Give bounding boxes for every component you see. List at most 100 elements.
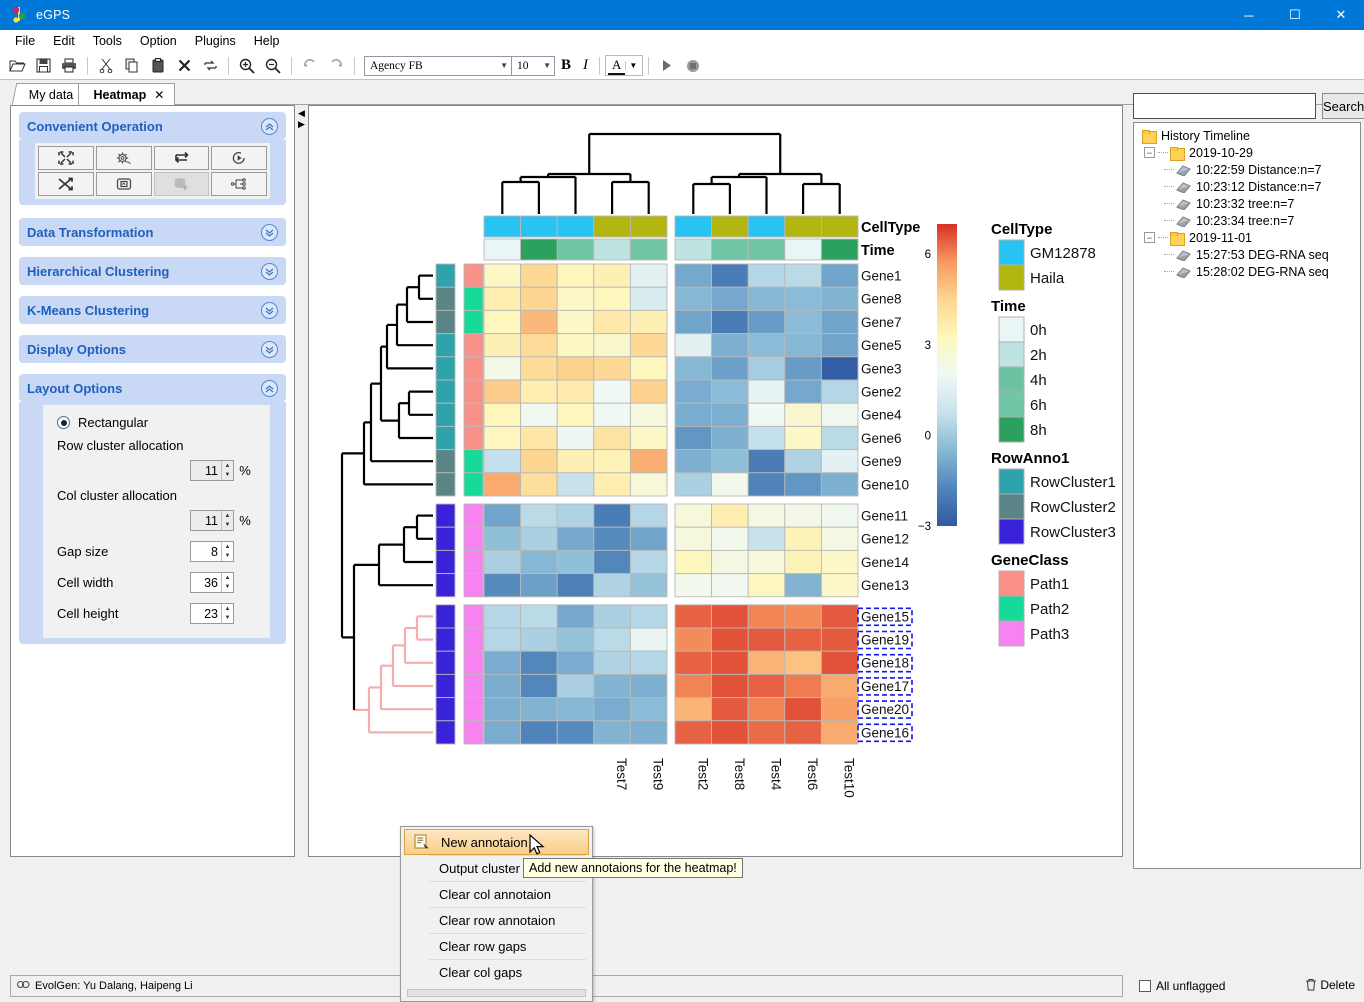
context-menu-scroll-indicator[interactable]: [407, 989, 586, 997]
heatmap-cell[interactable]: [711, 720, 749, 745]
row-annotation-cell[interactable]: [463, 449, 484, 474]
tree-item[interactable]: 15:28:02 DEG-RNA seq: [1138, 263, 1360, 280]
heatmap-cell[interactable]: [520, 472, 558, 497]
heatmap-cell[interactable]: [674, 333, 713, 358]
heatmap-cell[interactable]: [593, 573, 631, 598]
row-annotation-cell[interactable]: [463, 697, 484, 722]
heatmap-cell[interactable]: [784, 379, 822, 404]
heatmap-cell[interactable]: [784, 673, 822, 699]
chevron-down-icon[interactable]: [261, 262, 278, 280]
heatmap-cell[interactable]: [711, 379, 749, 404]
row-annotation-cell[interactable]: [463, 472, 484, 497]
heatmap-cell[interactable]: [556, 720, 595, 745]
context-menu[interactable]: New annotaion Output cluster information…: [400, 826, 593, 1002]
heatmap-cell[interactable]: [820, 627, 859, 652]
heatmap-cell[interactable]: [711, 573, 749, 598]
heatmap-cell[interactable]: [483, 263, 522, 288]
heatmap-cell[interactable]: [593, 263, 631, 288]
heatmap-cell[interactable]: [820, 425, 859, 451]
heatmap-cell[interactable]: [593, 286, 631, 311]
heatmap-figure[interactable]: CellTypeTime Gene1Gene8Gene7Gene5Gene3Ge…: [309, 106, 1122, 856]
tree-item[interactable]: 10:23:34 tree:n=7: [1138, 212, 1360, 229]
heatmap-cell[interactable]: [556, 472, 595, 497]
tab-heatmap[interactable]: Heatmap ✕: [78, 83, 176, 105]
heatmap-cell[interactable]: [711, 263, 749, 288]
cut-icon[interactable]: [95, 55, 117, 77]
heatmap-cell[interactable]: [674, 425, 713, 451]
all-unflagged-checkbox-row[interactable]: All unflagged: [1139, 979, 1225, 993]
column-annotation-cell[interactable]: [674, 215, 713, 238]
heatmap-cell[interactable]: [593, 549, 631, 575]
heatmap-cell[interactable]: [483, 549, 522, 575]
heatmap-cell[interactable]: [747, 379, 786, 404]
menu-tools[interactable]: Tools: [84, 32, 131, 50]
heatmap-cell[interactable]: [711, 356, 749, 381]
column-annotation-cell[interactable]: [520, 238, 558, 261]
maximize-button[interactable]: ☐: [1272, 0, 1318, 30]
heatmap-cell[interactable]: [674, 720, 713, 745]
heatmap-cell[interactable]: [674, 309, 713, 335]
row-annotation-cell[interactable]: [463, 573, 484, 598]
cell-height-stepper[interactable]: 23 ▲ ▼: [190, 603, 234, 624]
stepper-arrows[interactable]: ▲ ▼: [221, 573, 233, 592]
heatmap-cell[interactable]: [483, 425, 522, 451]
heatmap-cell[interactable]: [747, 402, 786, 427]
heatmap-cell[interactable]: [629, 627, 668, 652]
heatmap-cell[interactable]: [483, 673, 522, 699]
heatmap-cell[interactable]: [629, 673, 668, 699]
chevron-down-icon[interactable]: [261, 301, 278, 319]
column-label[interactable]: Test7: [614, 758, 629, 790]
heatmap-cell[interactable]: [747, 425, 786, 451]
row-annotation-cell[interactable]: [435, 604, 456, 629]
heatmap-cell[interactable]: [674, 286, 713, 311]
heatmap-cell[interactable]: [674, 356, 713, 381]
heatmap-cell[interactable]: [629, 697, 668, 722]
heatmap-cell[interactable]: [711, 549, 749, 575]
chevron-down-icon[interactable]: [261, 223, 278, 241]
heatmap-cells[interactable]: [483, 263, 859, 745]
row-cluster-stepper[interactable]: 11 ▲ ▼: [190, 460, 234, 481]
heatmap-cell[interactable]: [784, 356, 822, 381]
heatmap-cell[interactable]: [483, 333, 522, 358]
heatmap-cell[interactable]: [556, 379, 595, 404]
heatmap-cell[interactable]: [784, 449, 822, 474]
row-annotation-cell[interactable]: [463, 402, 484, 427]
swap-rows-icon[interactable]: [153, 146, 210, 170]
heatmap-cell[interactable]: [483, 573, 522, 598]
section-header-kmeans-clustering[interactable]: K-Means Clustering: [19, 296, 286, 324]
stepper-arrows[interactable]: ▲ ▼: [221, 542, 233, 561]
context-menu-item-clear-col-annotation[interactable]: Clear col annotaion: [401, 881, 592, 907]
zoom-out-icon[interactable]: [262, 55, 284, 77]
row-annotation-cell[interactable]: [463, 333, 484, 358]
menu-file[interactable]: File: [6, 32, 44, 50]
play-circle-icon[interactable]: [211, 146, 267, 170]
heatmap-cell[interactable]: [784, 549, 822, 575]
heatmap-cell[interactable]: [520, 650, 558, 675]
heatmap-canvas[interactable]: CellType Time Gene1 Gene8 Gene7 Gene5 Gene3 Ge…: [308, 105, 1123, 857]
context-menu-item-clear-row-annotation[interactable]: Clear row annotaion: [401, 907, 592, 933]
expander-icon[interactable]: −: [1144, 147, 1155, 158]
heatmap-cell[interactable]: [711, 286, 749, 311]
row-label[interactable]: Gene14: [861, 555, 910, 570]
heatmap-cell[interactable]: [483, 503, 522, 528]
heatmap-cell[interactable]: [593, 650, 631, 675]
heatmap-cell[interactable]: [711, 449, 749, 474]
column-annotation-cell[interactable]: [711, 238, 749, 261]
heatmap-cell[interactable]: [820, 449, 859, 474]
heatmap-cell[interactable]: [747, 549, 786, 575]
heatmap-cell[interactable]: [784, 402, 822, 427]
row-annotation-cell[interactable]: [463, 425, 484, 451]
row-annotation-cell[interactable]: [463, 263, 484, 288]
heatmap-cell[interactable]: [556, 673, 595, 699]
heatmap-cell[interactable]: [784, 286, 822, 311]
heatmap-cell[interactable]: [820, 526, 859, 551]
heatmap-cell[interactable]: [556, 449, 595, 474]
heatmap-cell[interactable]: [711, 627, 749, 652]
heatmap-cell[interactable]: [629, 449, 668, 474]
heatmap-cell[interactable]: [629, 549, 668, 575]
row-label[interactable]: Gene9: [861, 454, 902, 469]
heatmap-cell[interactable]: [520, 673, 558, 699]
heatmap-cell[interactable]: [629, 720, 668, 745]
heatmap-cell[interactable]: [820, 263, 859, 288]
column-annotation-cell[interactable]: [593, 238, 631, 261]
